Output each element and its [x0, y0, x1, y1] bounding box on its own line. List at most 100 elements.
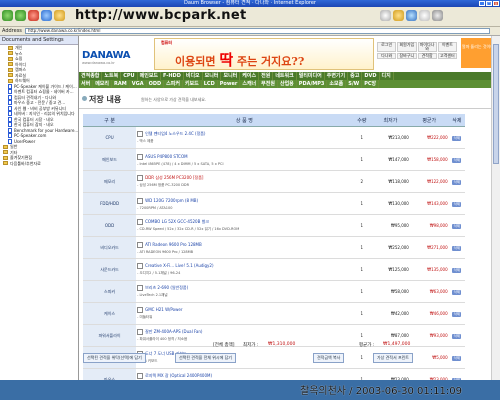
row-qty[interactable]: 1 [352, 236, 372, 259]
category-link[interactable]: DVD [362, 72, 380, 80]
category-link[interactable]: 주변기기 [325, 72, 349, 80]
row-checkbox[interactable] [137, 329, 144, 335]
row-checkbox[interactable] [137, 153, 144, 160]
product-name[interactable]: GMC H21 W/Power [145, 307, 182, 312]
product-name[interactable]: 잘만 ZM-400A-APS (Dual Fan) [145, 329, 202, 334]
row-qty[interactable]: 1 [352, 214, 372, 237]
category-link[interactable]: 소모품 [327, 80, 347, 88]
product-name[interactable]: 로지텍 MX 광 (Optical 2400P400M) [145, 373, 212, 378]
category-link[interactable]: PC방 [362, 80, 380, 88]
delete-button[interactable]: 삭제 [452, 223, 462, 229]
row-checkbox[interactable] [137, 263, 144, 269]
header-link[interactable]: 고객센터 [437, 53, 457, 59]
mail-icon[interactable] [419, 10, 430, 21]
add-wish-button[interactable]: 선택된 견적을 전체 위시에 담기 [175, 353, 236, 363]
delete-button[interactable]: 삭제 [452, 201, 462, 207]
delete-button[interactable]: 삭제 [452, 311, 462, 317]
row-checkbox[interactable] [137, 219, 144, 225]
header-link[interactable]: 마이다나와 [417, 42, 437, 52]
delete-button[interactable]: 삭제 [452, 157, 462, 163]
maximize-button[interactable]: □ [486, 1, 492, 6]
category-link[interactable]: 견적종합 [79, 72, 103, 80]
header-link[interactable]: 로그인 [377, 42, 397, 52]
category-link[interactable]: RAM [112, 80, 130, 88]
favorites-icon[interactable] [393, 10, 404, 21]
category-link[interactable]: Power [218, 80, 241, 88]
category-link[interactable]: 메인보드 [138, 72, 162, 80]
row-qty[interactable]: 1 [352, 258, 372, 281]
product-name[interactable]: WD 120G 7200rpm (8 MB) [145, 198, 198, 203]
danawa-logo[interactable]: DANAWA www.danawa.co.kr [82, 50, 150, 68]
category-link[interactable]: 노트북 [102, 72, 122, 80]
product-name[interactable]: ATI Radeon 9600 Pro 128MB [145, 242, 202, 247]
category-link[interactable]: 멀티미디어 [297, 72, 325, 80]
print-estimate-button[interactable]: 가상 견적서 프린트 [373, 353, 413, 363]
address-input[interactable]: http://www.danawa.co.kr/index.html [25, 28, 490, 34]
back-icon[interactable] [2, 10, 13, 21]
product-name[interactable]: 인텔 펜티엄4 노스우드 2.4C (정품) [145, 131, 205, 136]
row-checkbox[interactable] [137, 241, 144, 248]
category-link[interactable]: 스캐너 [240, 80, 260, 88]
row-qty[interactable]: 1 [352, 302, 372, 325]
header-link[interactable]: 다나와 [377, 53, 397, 59]
category-link[interactable]: F-HDD [161, 72, 184, 80]
category-link[interactable]: LCD [202, 80, 218, 88]
product-name[interactable]: DDR 삼성 256M PC3200 [정품] [145, 175, 203, 180]
header-link[interactable]: 회원가입 [397, 42, 417, 52]
category-link[interactable]: PDA/MP3 [297, 80, 328, 88]
row-checkbox[interactable] [137, 307, 144, 313]
delete-button[interactable]: 삭제 [452, 179, 462, 185]
delete-button[interactable]: 삭제 [452, 333, 462, 339]
category-link[interactable]: 전원 [259, 72, 274, 80]
header-link[interactable]: 이벤트 [437, 42, 457, 52]
home-icon[interactable] [54, 10, 65, 21]
category-link[interactable]: 비디오 [184, 72, 203, 80]
close-button[interactable]: × [493, 1, 499, 6]
copy-estimate-button[interactable]: 견적금액 복사 [313, 353, 345, 363]
category-link[interactable]: 메모리 [93, 80, 113, 88]
category-link[interactable]: 케이스 [240, 72, 260, 80]
delete-button[interactable]: 삭제 [452, 267, 462, 273]
history-icon[interactable] [406, 10, 417, 21]
delete-button[interactable]: 삭제 [452, 245, 462, 251]
print-icon[interactable] [432, 10, 443, 21]
row-qty[interactable]: 1 [352, 280, 372, 303]
row-qty[interactable]: 2 [352, 170, 372, 193]
sidebar-item[interactable]: 다음툴바/추천자료 [0, 161, 78, 167]
delete-button[interactable]: 삭제 [452, 135, 462, 141]
product-name[interactable]: Creative X-Fi... Live! 5.1 (Audigy2) [145, 263, 213, 268]
category-link[interactable]: S/W [346, 80, 363, 88]
category-link[interactable]: 서버 [79, 80, 94, 88]
add-selected-button[interactable]: 선택된 견적을 위탁(선택)에 담기 [83, 353, 146, 363]
refresh-icon[interactable] [41, 10, 52, 21]
row-qty[interactable]: 1 [352, 126, 372, 149]
category-link[interactable]: 산업용 [278, 80, 297, 88]
minimize-button[interactable]: _ [479, 1, 485, 6]
row-checkbox[interactable] [137, 175, 144, 181]
header-link[interactable]: 견적함 [417, 53, 437, 59]
row-qty[interactable]: 1 [352, 148, 372, 171]
category-link[interactable]: VGA [130, 80, 147, 88]
category-link[interactable]: 디지 [380, 72, 394, 80]
category-link[interactable]: ODD [147, 80, 165, 88]
product-name[interactable]: ASUS P4P800 STCOM [145, 154, 187, 159]
category-link[interactable]: CPU [121, 72, 138, 80]
category-link[interactable]: 키보드 [183, 80, 202, 88]
category-link[interactable]: 중고 [348, 72, 363, 80]
ad-banner[interactable]: 컴퓨터 이용되면 딱 주는 거지요?? [154, 38, 374, 70]
row-checkbox[interactable] [137, 285, 144, 291]
scroll-thumb[interactable] [493, 44, 499, 164]
category-link[interactable]: 모니터 [221, 72, 241, 80]
delete-button[interactable]: 삭제 [452, 289, 462, 295]
header-link[interactable]: 장바구니 [397, 53, 417, 59]
vertical-scrollbar[interactable] [491, 36, 500, 380]
category-link[interactable]: 스피커 [164, 80, 183, 88]
category-link[interactable]: 무전원 [259, 80, 278, 88]
search-icon[interactable] [380, 10, 391, 21]
row-checkbox[interactable] [137, 131, 144, 137]
product-name[interactable]: 브리츠 2-690 (일반정품) [145, 285, 188, 290]
product-name[interactable]: COMBO LG 52X GCC-4520B 벌크 [145, 219, 209, 224]
category-link[interactable]: 네트워크 [273, 72, 297, 80]
row-qty[interactable]: 1 [352, 192, 372, 215]
row-checkbox[interactable] [137, 373, 144, 379]
